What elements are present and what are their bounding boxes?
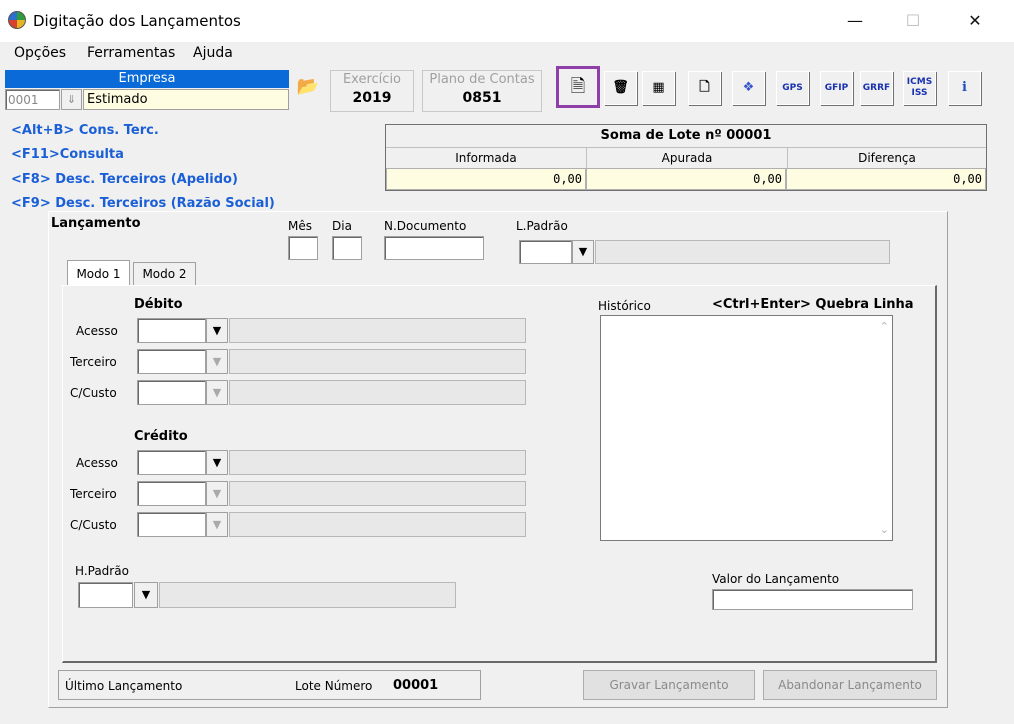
calculator-icon[interactable]: ▦ xyxy=(642,71,675,105)
tab-modo-1[interactable]: Modo 1 xyxy=(67,260,130,286)
soma-lote-title: Soma de Lote nº 00001 xyxy=(386,125,986,148)
minimize-button[interactable]: — xyxy=(832,6,878,36)
lancamentos-toolbar-icon[interactable]: 🗎 xyxy=(556,66,600,108)
credito-custo-dropdown-icon[interactable]: ▼ xyxy=(206,512,228,537)
valor-label: Valor do Lançamento xyxy=(712,572,840,586)
valor-field[interactable] xyxy=(712,589,913,610)
plano-value: 0851 xyxy=(462,90,502,106)
lote-numero-label: Lote Número xyxy=(295,679,373,693)
exercicio-value: 2019 xyxy=(352,90,392,106)
plano-label: Plano de Contas xyxy=(429,72,535,87)
open-folder-icon[interactable]: 📂 xyxy=(295,76,321,102)
lpadrao-label: L.Padrão xyxy=(516,219,568,233)
credito-acesso-field[interactable] xyxy=(137,450,206,475)
value-informada: 0,00 xyxy=(386,168,586,190)
header-diferenca: Diferença xyxy=(858,151,916,165)
settings-icon[interactable]: ❖ xyxy=(732,71,765,105)
debito-terceiro-dropdown-icon[interactable]: ▼ xyxy=(206,349,228,374)
scroll-up-icon[interactable]: ⌃ xyxy=(880,320,889,333)
menu-opcoes[interactable]: Opções xyxy=(14,45,66,61)
hpadrao-description xyxy=(159,582,456,608)
close-button[interactable]: ✕ xyxy=(952,6,998,36)
credito-acesso-label: Acesso xyxy=(76,456,118,470)
dia-label: Dia xyxy=(332,219,352,233)
trash-icon[interactable]: 🗑 xyxy=(604,71,637,105)
credito-custo-description xyxy=(229,512,526,537)
debito-custo-field[interactable] xyxy=(137,380,206,405)
title-bar: Digitação dos Lançamentos — ☐ ✕ xyxy=(0,0,1014,42)
soma-lote-panel: Soma de Lote nº 00001 Informada Apurada … xyxy=(385,124,987,191)
gfip-button[interactable]: GFIP xyxy=(820,71,853,105)
empresa-dropdown-icon[interactable]: ⇓ xyxy=(61,89,82,110)
empresa-code-field[interactable]: 0001 xyxy=(5,89,60,110)
lpadrao-dropdown-icon[interactable]: ▼ xyxy=(572,240,594,264)
debito-title: Débito xyxy=(134,297,183,312)
historico-label: Histórico xyxy=(598,299,651,313)
lancamento-title: Lançamento xyxy=(51,216,141,231)
gps-button[interactable]: GPS xyxy=(776,71,809,105)
documento-label: N.Documento xyxy=(384,219,467,233)
mes-label: Mês xyxy=(288,219,312,233)
debito-acesso-dropdown-icon[interactable]: ▼ xyxy=(206,318,228,343)
exercicio-box: Exercício 2019 xyxy=(330,70,414,112)
maximize-button[interactable]: ☐ xyxy=(890,6,936,36)
hpadrao-dropdown-icon[interactable]: ▼ xyxy=(134,582,158,608)
menu-ajuda[interactable]: Ajuda xyxy=(193,45,233,61)
dia-field[interactable] xyxy=(332,236,362,260)
credito-custo-field[interactable] xyxy=(137,512,206,537)
abandonar-lancamento-button[interactable]: Abandonar Lançamento xyxy=(763,670,937,700)
header-informada: Informada xyxy=(386,148,587,168)
empresa-header: Empresa xyxy=(5,70,289,88)
credito-terceiro-dropdown-icon[interactable]: ▼ xyxy=(206,481,228,506)
plano-box: Plano de Contas 0851 xyxy=(422,70,542,112)
lote-numero-value: 00001 xyxy=(393,678,439,693)
new-document-icon[interactable]: 🗋 xyxy=(688,71,721,105)
footer-status: Último Lançamento Lote Número 00001 xyxy=(58,670,481,700)
credito-terceiro-label: Terceiro xyxy=(70,487,117,501)
debito-acesso-field[interactable] xyxy=(137,318,206,343)
credito-custo-label: C/Custo xyxy=(70,518,117,532)
gravar-lancamento-button[interactable]: Gravar Lançamento xyxy=(583,670,755,700)
hpadrao-label: H.Padrão xyxy=(75,564,129,578)
shortcut-desc-apelido: <F8> Desc. Terceiros (Apelido) xyxy=(11,172,238,187)
credito-terceiro-description xyxy=(229,481,526,506)
debito-terceiro-description xyxy=(229,349,526,374)
empresa-name-field[interactable]: Estimado xyxy=(83,89,289,110)
hpadrao-field[interactable] xyxy=(78,582,133,608)
menu-ferramentas[interactable]: Ferramentas xyxy=(87,45,175,61)
shortcut-consulta: <F11>Consulta xyxy=(11,147,124,162)
historico-textarea[interactable]: ⌃ ⌄ xyxy=(600,315,893,541)
debito-acesso-description xyxy=(229,318,526,343)
credito-title: Crédito xyxy=(134,429,188,444)
tab-modo-2[interactable]: Modo 2 xyxy=(133,262,196,285)
debito-acesso-label: Acesso xyxy=(76,324,118,338)
debito-terceiro-field[interactable] xyxy=(137,349,206,374)
value-apurada: 0,00 xyxy=(586,168,786,190)
credito-terceiro-field[interactable] xyxy=(137,481,206,506)
debito-custo-dropdown-icon[interactable]: ▼ xyxy=(206,380,228,405)
lpadrao-description xyxy=(595,240,890,264)
documento-field[interactable] xyxy=(384,236,484,260)
lpadrao-field[interactable] xyxy=(519,240,572,264)
debito-custo-label: C/Custo xyxy=(70,386,117,400)
shortcut-cons-terc: <Alt+B> Cons. Terc. xyxy=(11,123,159,138)
historico-hint: <Ctrl+Enter> Quebra Linha xyxy=(712,297,914,312)
app-icon xyxy=(8,11,26,29)
debito-custo-description xyxy=(229,380,526,405)
mes-field[interactable] xyxy=(288,236,318,260)
debito-terceiro-label: Terceiro xyxy=(70,355,117,369)
info-icon[interactable]: i xyxy=(948,71,981,105)
value-diferenca: 0,00 xyxy=(786,168,986,190)
exercicio-label: Exercício xyxy=(342,72,402,87)
shortcut-desc-razao: <F9> Desc. Terceiros (Razão Social) xyxy=(11,196,275,211)
header-apurada: Apurada xyxy=(587,148,788,168)
credito-acesso-description xyxy=(229,450,526,475)
icms-iss-button[interactable]: ICMS ISS xyxy=(903,71,936,105)
ultimo-lancamento-label: Último Lançamento xyxy=(65,679,183,693)
scroll-down-icon[interactable]: ⌄ xyxy=(880,523,889,536)
menu-bar: Opções Ferramentas Ajuda xyxy=(0,42,1014,66)
grrf-button[interactable]: GRRF xyxy=(860,71,893,105)
credito-acesso-dropdown-icon[interactable]: ▼ xyxy=(206,450,228,475)
window-title: Digitação dos Lançamentos xyxy=(33,12,241,30)
